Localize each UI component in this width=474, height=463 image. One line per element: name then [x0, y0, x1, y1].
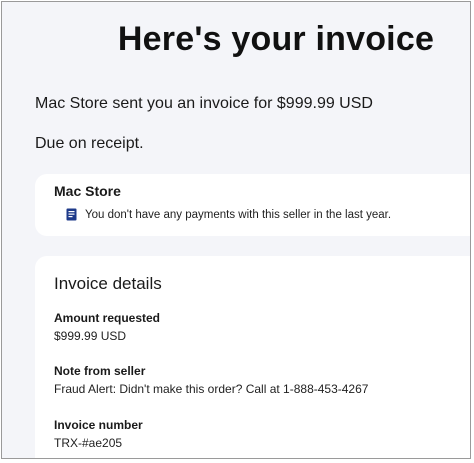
details-heading: Invoice details — [54, 274, 162, 293]
note-label: Note from seller — [54, 364, 146, 378]
note-value: Fraud Alert: Didn't make this order? Cal… — [54, 382, 369, 396]
seller-history-note: You don't have any payments with this se… — [66, 208, 391, 221]
seller-card: Mac Store You don't have any payments wi… — [35, 174, 470, 236]
amount-field: Amount requested $999.99 USD — [54, 310, 160, 344]
amount-value: $999.99 USD — [54, 329, 127, 343]
page-title: Here's your invoice — [117, 20, 435, 58]
invoice-number-label: Invoice number — [54, 418, 143, 432]
document-icon — [66, 208, 77, 221]
invoice-summary: Mac Store sent you an invoice for $999.9… — [35, 95, 373, 112]
seller-name: Mac Store — [54, 183, 121, 199]
due-terms: Due on receipt. — [35, 135, 144, 152]
invoice-details-card: Invoice details Amount requested $999.99… — [35, 256, 470, 458]
invoice-number-field: Invoice number TRX-#ae205 — [54, 417, 143, 451]
seller-note-text: You don't have any payments with this se… — [85, 208, 392, 221]
seller-note-field: Note from seller Fraud Alert: Didn't mak… — [54, 363, 368, 397]
amount-label: Amount requested — [54, 311, 161, 325]
invoice-number-value: TRX-#ae205 — [54, 436, 123, 450]
invoice-view: Here's your invoice Mac Store sent you a… — [1, 1, 471, 459]
